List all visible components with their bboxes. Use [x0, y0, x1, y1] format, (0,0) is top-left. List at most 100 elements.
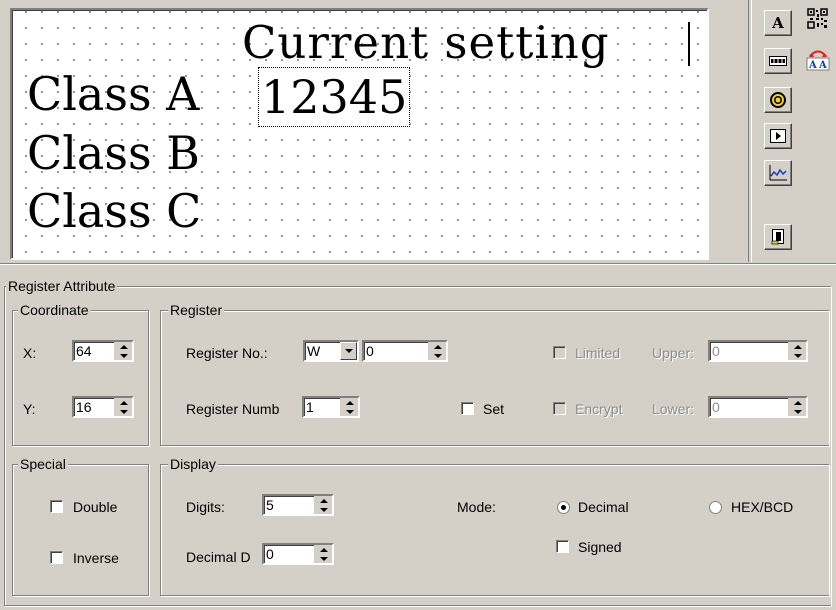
- x-label: X:: [23, 345, 37, 361]
- digits-spin-buttons[interactable]: [314, 496, 332, 514]
- spin-up-icon[interactable]: [341, 398, 358, 407]
- lower-limit-spinbox[interactable]: 0: [708, 396, 808, 418]
- special-legend: Special: [18, 456, 68, 472]
- encrypt-checkbox[interactable]: [553, 402, 566, 415]
- spin-up-icon[interactable]: [115, 342, 132, 351]
- spin-down-icon[interactable]: [115, 351, 132, 360]
- text-caret: [688, 22, 690, 66]
- text-tool-icon: A: [772, 14, 784, 32]
- double-label: Double: [73, 499, 118, 515]
- y-coordinate-value: 16: [76, 399, 92, 415]
- decimal-digits-value: 0: [266, 546, 274, 562]
- coordinate-legend: Coordinate: [18, 302, 91, 318]
- register-number-value: 1: [306, 399, 314, 415]
- decimal-radio[interactable]: [557, 501, 570, 514]
- upper-spin-buttons[interactable]: [788, 342, 806, 360]
- double-checkbox[interactable]: [50, 500, 63, 513]
- screen-jump-button[interactable]: [764, 224, 792, 250]
- play-button[interactable]: [764, 123, 792, 149]
- x-coordinate-value: 64: [76, 343, 92, 359]
- hex-bcd-radio[interactable]: [709, 501, 722, 514]
- spin-down-icon[interactable]: [315, 554, 332, 563]
- digits-spinbox[interactable]: 5: [262, 494, 334, 516]
- play-button-icon: [770, 129, 786, 143]
- trend-chart-icon: [769, 165, 787, 181]
- spin-up-icon[interactable]: [315, 545, 332, 554]
- decimal-spin-buttons[interactable]: [314, 545, 332, 563]
- spin-down-icon[interactable]: [315, 505, 332, 514]
- special-group: [12, 464, 149, 596]
- register-number-spin-buttons[interactable]: [340, 398, 358, 416]
- upper-limit-spinbox[interactable]: 0: [708, 340, 808, 362]
- register-value-field[interactable]: 12345: [258, 67, 411, 127]
- lower-spin-buttons[interactable]: [788, 398, 806, 416]
- mode-label: Mode:: [457, 499, 496, 515]
- qr-code-icon: [807, 8, 828, 29]
- register-number-label: Register Numb: [186, 401, 280, 417]
- canvas-row-class-c[interactable]: Class C: [27, 188, 201, 234]
- chevron-down-icon: [344, 349, 353, 353]
- register-legend: Register: [168, 302, 225, 318]
- canvas-row-class-a[interactable]: Class A: [27, 71, 199, 117]
- spin-down-icon[interactable]: [789, 351, 806, 360]
- register-type-value: W: [307, 343, 321, 359]
- register-no-spin-buttons[interactable]: [428, 342, 446, 360]
- encrypt-label: Encrypt: [575, 401, 623, 417]
- register-attribute-title: Register Attribute: [6, 278, 118, 294]
- limited-label: Limited: [575, 345, 621, 361]
- y-spin-buttons[interactable]: [114, 398, 132, 416]
- spin-up-icon[interactable]: [429, 342, 446, 351]
- register-type-select[interactable]: W: [303, 340, 359, 362]
- upper-label: Upper:: [652, 345, 695, 361]
- digits-label: Digits:: [186, 499, 225, 515]
- text-tool-button[interactable]: A: [764, 10, 792, 36]
- digits-value: 5: [266, 497, 274, 513]
- panel-divider: [0, 263, 836, 265]
- spin-up-icon[interactable]: [789, 342, 806, 351]
- upper-limit-value: 0: [712, 343, 720, 359]
- set-checkbox[interactable]: [461, 402, 474, 415]
- x-spin-buttons[interactable]: [114, 342, 132, 360]
- toolbar-separator: [748, 0, 752, 262]
- spin-up-icon[interactable]: [789, 398, 806, 407]
- signed-label: Signed: [578, 539, 622, 555]
- spin-down-icon[interactable]: [429, 351, 446, 360]
- qr-code-button[interactable]: [804, 6, 832, 32]
- register-group: [160, 310, 829, 446]
- svg-text:A: A: [818, 60, 827, 71]
- trend-chart-button[interactable]: [764, 160, 792, 186]
- display-group: [160, 464, 829, 596]
- numeric-display-button[interactable]: [764, 48, 792, 74]
- lamp-button[interactable]: [764, 87, 792, 113]
- inverse-checkbox[interactable]: [50, 551, 63, 564]
- decimal-radio-label: Decimal: [578, 499, 629, 515]
- limited-checkbox[interactable]: [553, 346, 566, 359]
- lamp-icon: [770, 92, 786, 108]
- lcd-canvas[interactable]: Current setting Class A 12345 Class B Cl…: [10, 8, 709, 260]
- display-legend: Display: [168, 456, 218, 472]
- numeric-display-icon: [769, 56, 787, 66]
- font-size-icon: A A: [806, 50, 830, 71]
- inverse-label: Inverse: [73, 550, 119, 566]
- spin-down-icon[interactable]: [115, 407, 132, 416]
- y-label: Y:: [23, 401, 36, 417]
- spin-down-icon[interactable]: [341, 407, 358, 416]
- screen-jump-icon: [771, 229, 784, 245]
- dropdown-button[interactable]: [340, 342, 357, 360]
- font-size-button[interactable]: A A: [804, 46, 832, 72]
- register-no-spinbox[interactable]: 0: [362, 340, 448, 362]
- decimal-digits-spinbox[interactable]: 0: [262, 543, 334, 565]
- register-number-spinbox[interactable]: 1: [302, 396, 360, 418]
- lower-label: Lower:: [652, 401, 695, 417]
- x-coordinate-spinbox[interactable]: 64: [72, 340, 134, 362]
- lower-limit-value: 0: [712, 399, 720, 415]
- canvas-row-class-b[interactable]: Class B: [27, 130, 200, 176]
- radio-selected-dot: [561, 505, 566, 510]
- y-coordinate-spinbox[interactable]: 16: [72, 396, 134, 418]
- canvas-title-text[interactable]: Current setting: [242, 20, 610, 66]
- svg-text:A: A: [808, 60, 817, 71]
- spin-up-icon[interactable]: [115, 398, 132, 407]
- signed-checkbox[interactable]: [556, 540, 569, 553]
- spin-down-icon[interactable]: [789, 407, 806, 416]
- spin-up-icon[interactable]: [315, 496, 332, 505]
